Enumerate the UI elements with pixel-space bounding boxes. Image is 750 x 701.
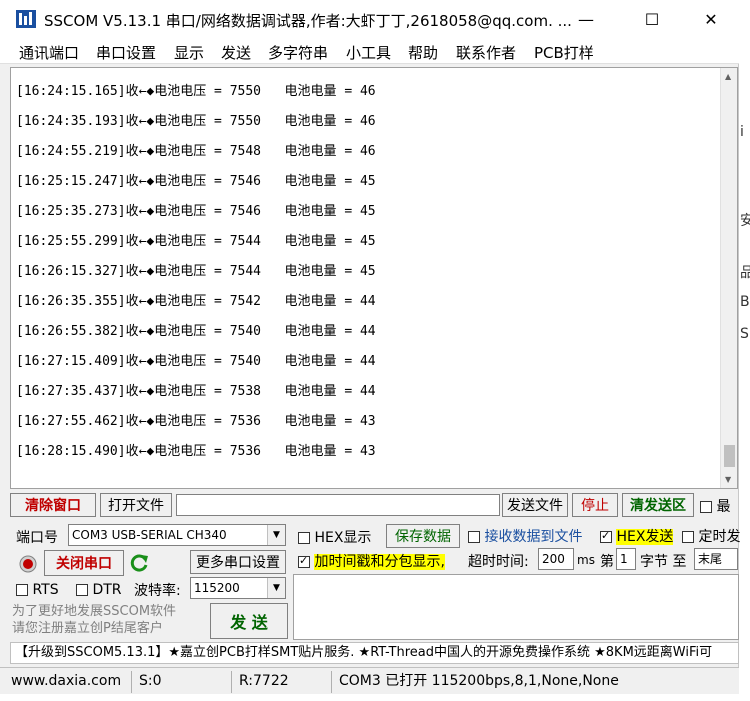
- scroll-up-icon[interactable]: ▲: [725, 72, 731, 81]
- port-status-icon: [19, 555, 37, 573]
- window-title: SSCOM V5.13.1 串口/网络数据调试器,作者:大虾丁丁,2618058…: [44, 12, 572, 30]
- close-button[interactable]: ✕: [688, 0, 734, 38]
- file-toolbar: 清除窗口 打开文件 发送文件 停止 清发送区 最: [10, 493, 739, 519]
- timed-send-checkbox[interactable]: [682, 531, 694, 543]
- menu-serial-settings[interactable]: 串口设置: [96, 42, 156, 63]
- status-port-state: COM3 已打开 115200bps,8,1,None,None: [339, 673, 619, 689]
- receive-log: [16:24:15.165]收←◆电池电压 = 7550 电池电量 = 46 […: [16, 80, 376, 470]
- open-file-button[interactable]: 打开文件: [100, 493, 172, 517]
- status-sent-count: S:0: [136, 671, 232, 693]
- port-label: 端口号: [16, 530, 58, 546]
- timestamp-checkbox[interactable]: [298, 554, 310, 568]
- hex-display-checkbox[interactable]: [298, 532, 310, 544]
- send-file-button[interactable]: 发送文件: [502, 493, 568, 517]
- end-select-value: 末尾: [698, 552, 723, 566]
- always-on-top-option[interactable]: 最: [700, 496, 730, 516]
- minimize-button[interactable]: —: [563, 0, 609, 38]
- menu-display[interactable]: 显示: [174, 42, 204, 63]
- menu-help[interactable]: 帮助: [408, 42, 438, 63]
- port-select[interactable]: COM3 USB-SERIAL CH340 ▼: [68, 524, 286, 546]
- timed-send-label: 定时发: [698, 529, 741, 545]
- log-line: [16:25:35.273]收←◆电池电压 = 7546 电池电量 = 45: [16, 204, 376, 219]
- menu-contact-author[interactable]: 联系作者: [456, 42, 516, 63]
- timestamp-label: 加时间戳和分包显示,: [314, 554, 445, 570]
- background-app-strip: [0, 694, 739, 701]
- recv-to-file-option[interactable]: 接收数据到文件: [468, 526, 582, 546]
- log-line: [16:26:15.327]收←◆电池电压 = 7544 电池电量 = 45: [16, 264, 376, 279]
- clear-send-button[interactable]: 清发送区: [622, 493, 694, 517]
- receive-scrollbar[interactable]: ▲ ▼: [720, 68, 737, 488]
- status-website-link[interactable]: www.daxia.com: [8, 671, 132, 693]
- more-serial-settings-button[interactable]: 更多串口设置: [190, 550, 286, 574]
- log-line: [16:25:55.299]收←◆电池电压 = 7544 电池电量 = 45: [16, 234, 376, 249]
- byte-index-input[interactable]: 1: [616, 548, 636, 570]
- recv-to-file-label: 接收数据到文件: [484, 529, 583, 545]
- status-bar: www.daxia.com S:0 R:7722 COM3 已打开 115200…: [0, 667, 739, 694]
- timeout-input[interactable]: 200: [538, 548, 574, 570]
- byte-from-label: 第: [600, 554, 614, 570]
- hex-display-label: HEX显示: [314, 530, 372, 546]
- log-line: [16:26:35.355]收←◆电池电压 = 7542 电池电量 = 44: [16, 294, 376, 309]
- receive-area[interactable]: [16:24:15.165]收←◆电池电压 = 7550 电池电量 = 46 […: [10, 67, 738, 489]
- scroll-down-icon[interactable]: ▼: [725, 475, 731, 484]
- menu-send[interactable]: 发送: [221, 42, 251, 63]
- clear-window-button[interactable]: 清除窗口: [10, 493, 96, 517]
- baud-label: 波特率:: [134, 583, 181, 599]
- menu-comm-port[interactable]: 通讯端口: [19, 42, 79, 63]
- sscom-app-icon: [16, 10, 36, 28]
- chevron-down-icon[interactable]: ▼: [267, 578, 285, 598]
- log-line: [16:27:55.462]收←◆电池电压 = 7536 电池电量 = 43: [16, 414, 376, 429]
- refresh-icon[interactable]: [128, 552, 150, 574]
- scroll-thumb[interactable]: [724, 445, 735, 467]
- hex-send-checkbox[interactable]: [600, 529, 612, 543]
- background-window-edge: i 安 品 B S: [738, 0, 750, 701]
- timestamp-option[interactable]: 加时间戳和分包显示,: [298, 551, 445, 571]
- register-promo-text[interactable]: 为了更好地发展SSCOM软件 请您注册嘉立创P结尾客户: [12, 603, 190, 637]
- hex-send-option[interactable]: HEX发送: [600, 526, 674, 546]
- rts-label: RTS: [32, 582, 59, 598]
- log-line: [16:27:35.437]收←◆电池电压 = 7538 电池电量 = 44: [16, 384, 376, 399]
- send-button[interactable]: 发 送: [210, 603, 288, 639]
- dtr-checkbox[interactable]: [76, 584, 88, 596]
- log-line: [16:24:55.219]收←◆电池电压 = 7548 电池电量 = 46: [16, 144, 376, 159]
- menu-pcb-order[interactable]: PCB打样: [534, 42, 594, 63]
- rts-checkbox[interactable]: [16, 584, 28, 596]
- sscom-window: SSCOM V5.13.1 串口/网络数据调试器,作者:大虾丁丁,2618058…: [0, 0, 740, 694]
- baud-select-value: 115200: [194, 581, 240, 595]
- rts-option[interactable]: RTS: [16, 582, 59, 598]
- dtr-label: DTR: [92, 582, 122, 598]
- hex-display-option[interactable]: HEX显示: [298, 527, 371, 547]
- title-bar[interactable]: SSCOM V5.13.1 串口/网络数据调试器,作者:大虾丁丁,2618058…: [0, 0, 739, 38]
- baud-select[interactable]: 115200 ▼: [190, 577, 286, 599]
- file-path-input[interactable]: [176, 494, 500, 516]
- port-select-value: COM3 USB-SERIAL CH340: [72, 528, 227, 542]
- promo-ticker[interactable]: 【升级到SSCOM5.13.1】★嘉立创PCB打样SMT贴片服务. ★RT-Th…: [10, 642, 739, 664]
- always-on-top-checkbox[interactable]: [700, 501, 712, 513]
- log-line: [16:24:35.193]收←◆电池电压 = 7550 电池电量 = 46: [16, 114, 376, 129]
- log-line: [16:26:55.382]收←◆电池电压 = 7540 电池电量 = 44: [16, 324, 376, 339]
- always-on-top-label: 最: [716, 499, 731, 515]
- log-line: [16:27:15.409]收←◆电池电压 = 7540 电池电量 = 44: [16, 354, 376, 369]
- send-textarea[interactable]: [293, 574, 739, 640]
- status-received-count: R:7722: [236, 671, 332, 693]
- dtr-option[interactable]: DTR: [76, 582, 122, 598]
- menu-multi-string[interactable]: 多字符串: [268, 42, 328, 63]
- timed-send-option[interactable]: 定时发: [682, 526, 740, 546]
- recv-to-file-checkbox[interactable]: [468, 531, 480, 543]
- ms-label: ms: [577, 553, 595, 567]
- menu-bar: 通讯端口 串口设置 显示 发送 多字符串 小工具 帮助 联系作者 PCB打样: [0, 38, 739, 64]
- menu-tools[interactable]: 小工具: [346, 42, 391, 63]
- timeout-label: 超时时间:: [468, 554, 529, 570]
- log-line: [16:24:15.165]收←◆电池电压 = 7550 电池电量 = 46: [16, 84, 376, 99]
- chevron-down-icon[interactable]: ▼: [267, 525, 285, 545]
- stop-button[interactable]: 停止: [572, 493, 618, 517]
- log-line: [16:25:15.247]收←◆电池电压 = 7546 电池电量 = 45: [16, 174, 376, 189]
- close-port-button[interactable]: 关闭串口: [44, 550, 124, 576]
- end-select[interactable]: 末尾: [694, 548, 738, 570]
- maximize-button[interactable]: ☐: [629, 0, 675, 38]
- log-line: [16:28:15.490]收←◆电池电压 = 7536 电池电量 = 43: [16, 444, 376, 459]
- hex-send-label: HEX发送: [616, 529, 674, 545]
- byte-to-label: 字节 至: [640, 554, 687, 570]
- save-data-button[interactable]: 保存数据: [386, 524, 460, 548]
